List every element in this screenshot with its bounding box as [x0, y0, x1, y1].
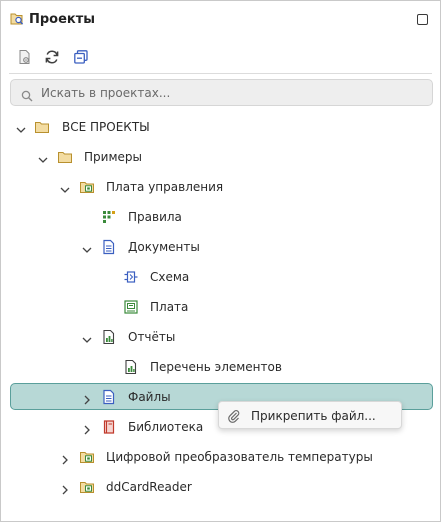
tree-item-label: Цифровой преобразователь температуры — [106, 450, 373, 464]
projects-search-icon — [9, 11, 25, 27]
tree-item-label: Правила — [128, 210, 182, 224]
report-icon — [123, 359, 139, 375]
chevron-right-icon[interactable] — [59, 481, 71, 495]
tree-item-label: ВСЕ ПРОЕКТЫ — [62, 120, 150, 134]
chevron-down-icon[interactable] — [59, 181, 71, 193]
tree-item-schematic[interactable]: Схема — [1, 262, 440, 292]
panel-titlebar: Проекты — [1, 1, 440, 39]
context-menu: Прикрепить файл... — [218, 401, 402, 429]
library-icon — [101, 419, 117, 435]
tree-item-label: Перечень элементов — [150, 360, 282, 374]
tree-item-reports[interactable]: Отчёты — [1, 322, 440, 352]
collapse-all-button[interactable] — [71, 47, 91, 67]
tree-item-label: Плата управления — [106, 180, 224, 194]
panel-title: Проекты — [29, 12, 96, 27]
folder-icon — [34, 119, 50, 135]
search-input[interactable] — [41, 83, 421, 103]
tree-item-label: Файлы — [128, 390, 171, 404]
tree-item-all-projects[interactable]: ВСЕ ПРОЕКТЫ — [1, 112, 440, 142]
tree-item-label: Схема — [150, 270, 190, 284]
refresh-button[interactable] — [42, 47, 62, 67]
tree-item-label: Плата — [150, 300, 189, 314]
tree-item-control-board[interactable]: Плата управления — [1, 172, 440, 202]
tree-item-label: ddCardReader — [106, 480, 192, 494]
maximize-button[interactable] — [417, 14, 428, 25]
tree-item-pcb[interactable]: Плата — [1, 292, 440, 322]
chevron-down-icon[interactable] — [81, 241, 93, 253]
refresh-icon — [45, 50, 59, 64]
paperclip-icon — [227, 408, 241, 423]
chevron-right-icon[interactable] — [59, 451, 71, 465]
report-icon — [101, 329, 117, 345]
chevron-down-icon[interactable] — [81, 331, 93, 343]
chevron-right-icon[interactable] — [81, 391, 93, 405]
chevron-right-icon[interactable] — [81, 421, 93, 435]
tree-item-rules[interactable]: Правила — [1, 202, 440, 232]
tree-item-label: Библиотека — [128, 420, 204, 434]
menu-item-label: Прикрепить файл... — [251, 409, 376, 423]
tree-item-ddcardreader[interactable]: ddCardReader — [1, 472, 440, 502]
project-icon — [79, 449, 95, 465]
schematic-icon — [123, 269, 139, 285]
tree-item-label: Документы — [128, 240, 200, 254]
project-icon — [79, 179, 95, 195]
document-gear-icon — [19, 50, 30, 64]
document-icon — [101, 239, 117, 255]
chevron-down-icon[interactable] — [15, 121, 27, 133]
search-icon — [21, 87, 33, 102]
document-icon — [101, 389, 117, 405]
chevron-down-icon[interactable] — [37, 151, 49, 163]
project-icon — [79, 479, 95, 495]
collapse-all-icon — [74, 50, 88, 64]
tree-item-documents[interactable]: Документы — [1, 232, 440, 262]
tree-item-examples[interactable]: Примеры — [1, 142, 440, 172]
toolbar-divider — [9, 73, 432, 74]
tree-item-label: Отчёты — [128, 330, 176, 344]
panel-toolbar — [1, 43, 440, 71]
folder-icon — [57, 149, 73, 165]
tree-item-bom[interactable]: Перечень элементов — [1, 352, 440, 382]
pcb-icon — [123, 299, 139, 315]
menu-item-attach-file[interactable]: Прикрепить файл... — [219, 402, 401, 428]
rules-icon — [101, 209, 117, 225]
tree-item-temp-converter[interactable]: Цифровой преобразователь температуры — [1, 442, 440, 472]
search-box[interactable] — [10, 79, 433, 106]
projects-panel: Проекты Искать в проектах... ВСЕ ПРОЕКТЫ… — [0, 0, 441, 522]
tree-item-label: Примеры — [84, 150, 142, 164]
open-project-button[interactable] — [15, 47, 35, 67]
